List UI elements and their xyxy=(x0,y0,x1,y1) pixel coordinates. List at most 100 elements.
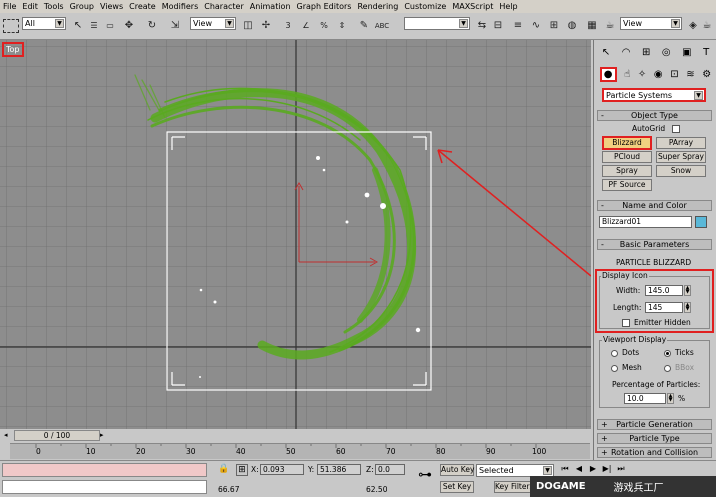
spacewarps-category-icon[interactable]: ≋ xyxy=(686,69,694,80)
utilities-tab-icon[interactable]: T xyxy=(703,47,709,58)
bbox-radio[interactable] xyxy=(664,365,671,372)
menu-file[interactable]: File xyxy=(3,2,16,11)
blizzard-button[interactable]: Blizzard xyxy=(602,136,652,150)
selection-filter-select[interactable]: All ▼ xyxy=(22,17,66,30)
motion-tab-icon[interactable]: ◎ xyxy=(662,47,671,58)
object-type-rollout-header[interactable]: - Object Type xyxy=(597,110,712,121)
absolute-mode-icon[interactable]: ⊞ xyxy=(236,464,248,476)
quick-render-icon[interactable]: ☕ xyxy=(602,16,618,35)
named-selection-sets-select[interactable]: ▼ xyxy=(404,17,470,30)
geometry-category-icon[interactable]: ● xyxy=(599,66,617,82)
layer-manager-icon[interactable]: ≡ xyxy=(510,16,526,35)
time-slider[interactable]: 0 / 100 xyxy=(14,430,100,441)
time-prev-icon[interactable]: ◂ xyxy=(4,430,12,441)
next-frame-icon[interactable]: ▶| xyxy=(600,464,614,476)
menu-rendering[interactable]: Rendering xyxy=(357,2,398,11)
super-spray-button[interactable]: Super Spray xyxy=(656,151,706,163)
prev-frame-icon[interactable]: ◀ xyxy=(572,464,586,476)
maxscript-listener-mini[interactable] xyxy=(2,463,207,477)
viewport-label[interactable]: Top xyxy=(2,42,24,57)
select-rotate-icon[interactable]: ↻ xyxy=(143,16,161,35)
select-move-icon[interactable]: ✥ xyxy=(120,16,138,35)
object-category-select[interactable]: Particle Systems ▼ xyxy=(602,88,706,102)
schematic-view-icon[interactable]: ⊞ xyxy=(546,16,562,35)
activeshade-icon[interactable]: ☕ xyxy=(700,16,714,35)
top-viewport[interactable]: Top xyxy=(0,40,591,429)
key-mode-icon[interactable]: ⊶ xyxy=(414,467,436,489)
snap-toggle-icon[interactable]: 3 xyxy=(280,16,296,35)
abc-edit-icon[interactable]: ABC xyxy=(374,16,390,35)
object-name-field[interactable]: Blizzard01 xyxy=(599,216,692,228)
dots-radio[interactable] xyxy=(611,350,618,357)
percentage-spinner[interactable]: ▲ ▼ xyxy=(667,393,674,404)
menu-character[interactable]: Character xyxy=(204,2,244,11)
create-tab-icon[interactable]: ↖ xyxy=(602,47,610,58)
reference-coordinate-select[interactable]: View ▼ xyxy=(190,17,236,30)
lights-category-icon[interactable]: ✧ xyxy=(638,69,646,80)
rotation-collision-rollout-header[interactable]: + Rotation and Collision xyxy=(597,447,712,458)
play-icon[interactable]: ▶ xyxy=(586,464,600,476)
x-coordinate-field[interactable]: 0.093 xyxy=(260,464,304,475)
menu-group[interactable]: Group xyxy=(70,2,94,11)
render-last-icon[interactable]: ◈ xyxy=(686,16,700,35)
time-next-icon[interactable]: ▸ xyxy=(100,430,108,441)
angle-snap-icon[interactable]: ∠ xyxy=(298,16,314,35)
spray-button[interactable]: Spray xyxy=(602,165,652,177)
hierarchy-tab-icon[interactable]: ⊞ xyxy=(642,47,650,58)
auto-key-button[interactable]: Auto Key xyxy=(440,464,474,476)
select-manipulate-icon[interactable]: ✢ xyxy=(258,16,274,35)
systems-category-icon[interactable]: ⚙ xyxy=(702,69,711,80)
autogrid-checkbox[interactable] xyxy=(672,125,680,133)
align-icon[interactable]: ⊟ xyxy=(490,16,506,35)
curve-editor-icon[interactable]: ∿ xyxy=(528,16,544,35)
named-selection-icon[interactable]: ✎ xyxy=(356,16,372,35)
parray-button[interactable]: PArray xyxy=(656,137,706,149)
display-tab-icon[interactable]: ▣ xyxy=(682,47,691,58)
snow-button[interactable]: Snow xyxy=(656,165,706,177)
menu-graph-editors[interactable]: Graph Editors xyxy=(297,2,352,11)
z-coordinate-field[interactable]: 0.0 xyxy=(375,464,405,475)
helpers-category-icon[interactable]: ⊡ xyxy=(670,69,678,80)
pivot-center-icon[interactable]: ◫ xyxy=(240,16,256,35)
menu-tools[interactable]: Tools xyxy=(44,2,64,11)
menu-customize[interactable]: Customize xyxy=(404,2,446,11)
select-by-name-icon[interactable]: ☰ xyxy=(86,16,102,35)
width-field[interactable]: 145.0 xyxy=(645,285,683,296)
emitter-hidden-checkbox[interactable] xyxy=(622,319,630,327)
menu-edit[interactable]: Edit xyxy=(22,2,38,11)
pcloud-button[interactable]: PCloud xyxy=(602,151,652,163)
pf-source-button[interactable]: PF Source xyxy=(602,179,652,191)
particle-generation-rollout-header[interactable]: + Particle Generation xyxy=(597,419,712,430)
mesh-radio[interactable] xyxy=(611,365,618,372)
set-key-button[interactable]: Set Key xyxy=(440,481,474,493)
particle-type-rollout-header[interactable]: + Particle Type xyxy=(597,433,712,444)
track-bar[interactable]: 0 10 20 30 40 50 60 70 80 90 100 xyxy=(10,443,590,459)
menu-help[interactable]: Help xyxy=(499,2,517,11)
menu-modifiers[interactable]: Modifiers xyxy=(162,2,199,11)
menu-views[interactable]: Views xyxy=(100,2,123,11)
menu-maxscript[interactable]: MAXScript xyxy=(452,2,493,11)
menu-animation[interactable]: Animation xyxy=(250,2,291,11)
select-region-icon[interactable] xyxy=(3,19,19,33)
select-scale-icon[interactable]: ⇲ xyxy=(166,16,184,35)
ticks-radio[interactable] xyxy=(664,350,671,357)
select-object-icon[interactable]: ↖ xyxy=(70,16,86,35)
goto-start-icon[interactable]: ⏮ xyxy=(558,464,572,476)
percent-snap-icon[interactable]: % xyxy=(316,16,332,35)
spinner-snap-icon[interactable]: ⇕ xyxy=(334,16,350,35)
goto-end-icon[interactable]: ⏭ xyxy=(614,464,628,476)
lock-selection-icon[interactable]: 🔒 xyxy=(218,464,230,476)
render-type-select[interactable]: View ▼ xyxy=(620,17,682,30)
object-color-swatch[interactable] xyxy=(695,216,707,228)
y-coordinate-field[interactable]: 51.386 xyxy=(317,464,361,475)
rectangle-selection-icon[interactable]: ▭ xyxy=(102,16,118,35)
render-scene-icon[interactable]: ▦ xyxy=(584,16,600,35)
length-field[interactable]: 145 xyxy=(645,302,683,313)
material-editor-icon[interactable]: ◍ xyxy=(564,16,580,35)
mirror-icon[interactable]: ⇆ xyxy=(474,16,490,35)
cameras-category-icon[interactable]: ◉ xyxy=(654,69,663,80)
menu-create[interactable]: Create xyxy=(129,2,156,11)
shapes-category-icon[interactable]: ☝ xyxy=(624,69,630,80)
modify-tab-icon[interactable]: ◠ xyxy=(622,47,631,58)
percentage-field[interactable]: 10.0 xyxy=(624,393,666,404)
